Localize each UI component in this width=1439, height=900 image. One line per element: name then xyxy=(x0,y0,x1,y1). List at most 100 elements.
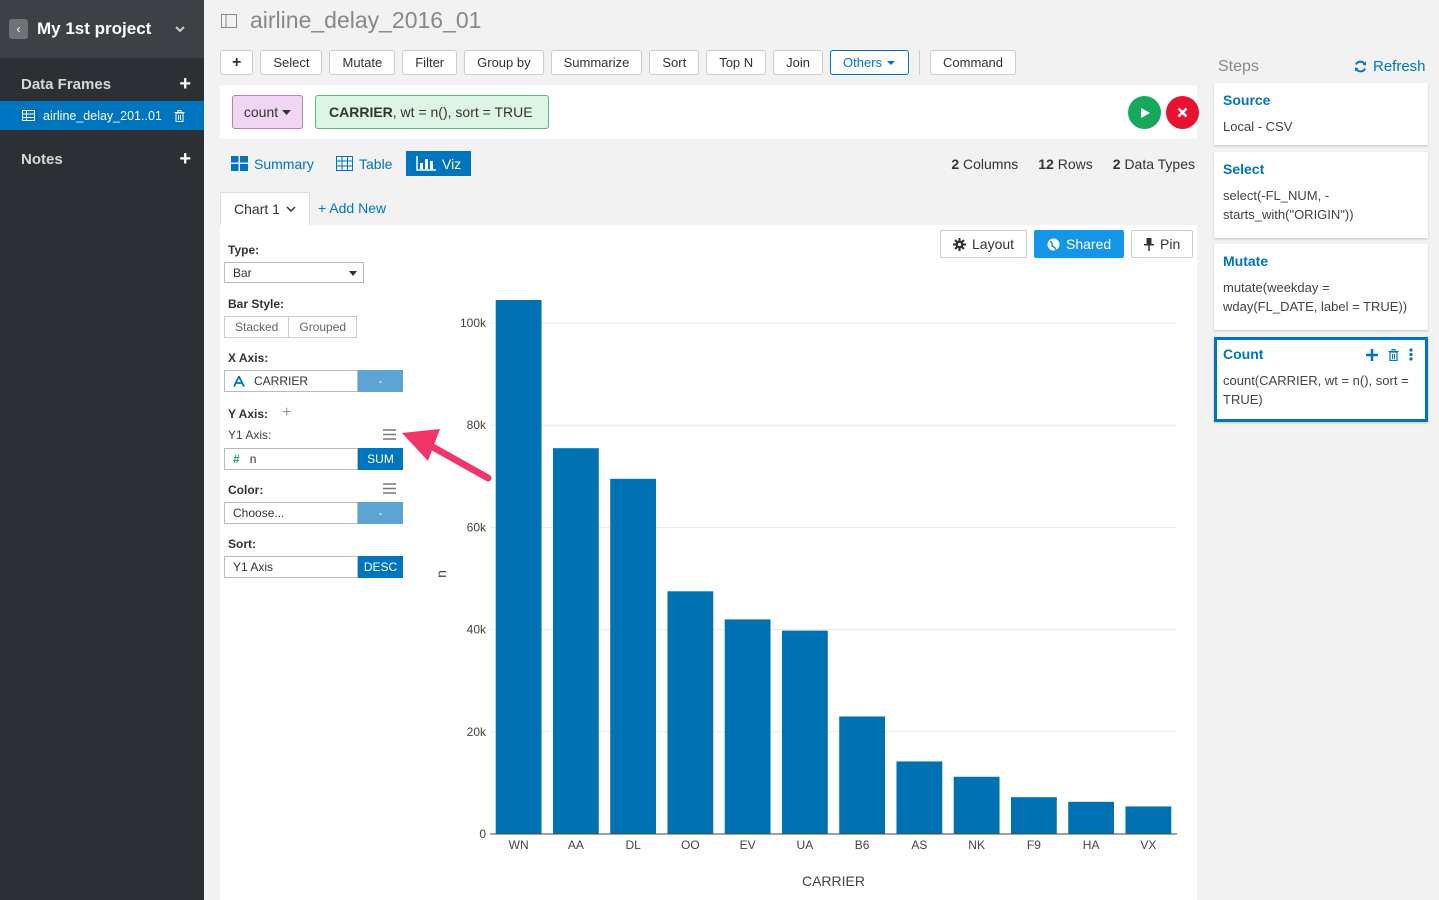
bar xyxy=(724,619,771,834)
sort-button[interactable]: Sort xyxy=(649,50,700,75)
step-mutate[interactable]: Mutate mutate(weekday = wday(FL_DATE, la… xyxy=(1214,244,1428,330)
page-title: airline_delay_2016_01 xyxy=(221,7,481,34)
summary-icon xyxy=(231,156,248,171)
x-tick-label: WN xyxy=(509,838,529,852)
mutate-button[interactable]: Mutate xyxy=(329,50,396,75)
bar xyxy=(1068,801,1115,834)
data-frame-icon xyxy=(221,13,237,28)
add-chart-link[interactable]: + Add New xyxy=(318,200,386,216)
x-tick-label: NK xyxy=(968,838,985,852)
y-axis-title: n xyxy=(433,570,449,578)
sidebar: ‹ My 1st project Data Frames + airline_d… xyxy=(0,0,204,900)
command-button[interactable]: Command xyxy=(930,50,1017,75)
refresh-button[interactable]: Refresh xyxy=(1354,58,1426,75)
step-source[interactable]: Source Local - CSV xyxy=(1214,83,1428,145)
x-tick-label: AA xyxy=(568,838,584,852)
shared-button[interactable]: Shared xyxy=(1034,230,1125,258)
y-tick-label: 40k xyxy=(467,623,487,637)
y-tick-label: 20k xyxy=(467,725,487,739)
x-tick-label: VX xyxy=(1140,838,1156,852)
bar xyxy=(896,761,943,834)
command-bar: count CARRIER, wt = n(), sort = TRUE xyxy=(220,85,1199,139)
refresh-icon xyxy=(1355,60,1366,73)
step-count[interactable]: Count count(CARRIER, wt = n(), sort = TR… xyxy=(1214,337,1428,422)
more-options-icon[interactable] xyxy=(1409,348,1413,361)
table-icon xyxy=(22,110,35,121)
x-tick-label: F9 xyxy=(1027,838,1041,852)
chevron-down-icon[interactable] xyxy=(174,23,186,35)
tab-summary[interactable]: Summary xyxy=(231,151,314,176)
command-verb-dropdown[interactable]: count xyxy=(232,95,303,129)
others-dropdown[interactable]: Others xyxy=(830,50,910,75)
toolbar-divider xyxy=(919,50,921,75)
y-tick-label: 0 xyxy=(479,827,486,841)
steps-title: Steps xyxy=(1218,58,1259,75)
gear-icon xyxy=(953,237,966,251)
group-by-button[interactable]: Group by xyxy=(464,50,544,75)
tab-viz[interactable]: Viz xyxy=(406,151,472,176)
caret-down-icon xyxy=(887,60,896,65)
type-label: Type: xyxy=(228,243,260,257)
x-tick-label: DL xyxy=(625,838,641,852)
pin-icon xyxy=(1144,237,1154,251)
globe-icon xyxy=(1047,238,1060,250)
cancel-button[interactable] xyxy=(1166,96,1199,129)
summarize-button[interactable]: Summarize xyxy=(550,50,643,75)
data-types-count: 2 Data Types xyxy=(1112,156,1195,172)
notes-section: Notes + xyxy=(21,149,191,169)
data-frames-section: Data Frames + xyxy=(21,74,191,94)
bar xyxy=(1125,806,1172,834)
notes-label: Notes xyxy=(21,150,63,168)
tab-table[interactable]: Table xyxy=(336,151,392,176)
filter-button[interactable]: Filter xyxy=(402,50,458,75)
back-icon[interactable]: ‹ xyxy=(9,19,28,39)
step-select[interactable]: Select select(-FL_NUM, -starts_with("ORI… xyxy=(1214,152,1428,238)
caret-down-icon xyxy=(349,271,357,276)
data-frames-label: Data Frames xyxy=(21,75,112,93)
play-icon xyxy=(1140,107,1150,118)
bar xyxy=(953,776,1000,834)
trash-icon[interactable] xyxy=(174,109,185,122)
y-tick-label: 100k xyxy=(460,316,487,330)
x-tick-label: HA xyxy=(1083,838,1100,852)
columns-count: 2 Columns xyxy=(951,156,1019,172)
layout-button[interactable]: Layout xyxy=(940,230,1028,258)
select-button[interactable]: Select xyxy=(260,50,323,75)
add-data-frame-icon[interactable]: + xyxy=(179,74,191,94)
caret-down-icon xyxy=(282,109,292,115)
y-tick-label: 60k xyxy=(467,520,487,534)
x-tick-label: OO xyxy=(681,838,700,852)
close-icon xyxy=(1177,107,1188,118)
add-note-icon[interactable]: + xyxy=(179,149,191,169)
x-tick-label: AS xyxy=(911,838,927,852)
table-icon xyxy=(336,156,353,171)
bar-chart[interactable]: 020k40k60k80k100kWN AA DL OO EV UA B6 AS NK F9 HA V… xyxy=(220,280,1197,900)
command-expression[interactable]: CARRIER, wt = n(), sort = TRUE xyxy=(315,95,549,129)
project-title: My 1st project xyxy=(37,19,152,38)
x-tick-label: EV xyxy=(740,838,756,852)
pin-button[interactable]: Pin xyxy=(1131,230,1194,258)
bar xyxy=(781,630,828,834)
top-n-button[interactable]: Top N xyxy=(706,50,767,75)
others-label: Others xyxy=(843,55,883,70)
bar xyxy=(839,716,886,834)
trash-icon[interactable] xyxy=(1388,348,1399,361)
join-button[interactable]: Join xyxy=(773,50,824,75)
project-header[interactable]: ‹ My 1st project xyxy=(0,0,204,58)
annotation-arrow-icon xyxy=(402,429,492,482)
add-step-button[interactable]: + xyxy=(220,50,254,75)
run-button[interactable] xyxy=(1128,96,1161,129)
bar xyxy=(552,448,599,834)
x-tick-label: B6 xyxy=(855,838,870,852)
data-stats: 2 Columns 12 Rows 2 Data Types xyxy=(951,156,1195,172)
bar xyxy=(610,478,657,834)
data-frame-item[interactable]: airline_delay_201..01 xyxy=(0,101,204,130)
chart-tab[interactable]: Chart 1 xyxy=(220,192,310,225)
x-axis-title: CARRIER xyxy=(802,873,865,889)
rows-count: 12 Rows xyxy=(1038,156,1093,172)
bar xyxy=(667,591,714,834)
bar xyxy=(495,300,542,834)
chevron-down-icon xyxy=(286,206,296,212)
add-step-icon[interactable] xyxy=(1366,348,1378,361)
bar-chart-icon xyxy=(416,156,436,171)
